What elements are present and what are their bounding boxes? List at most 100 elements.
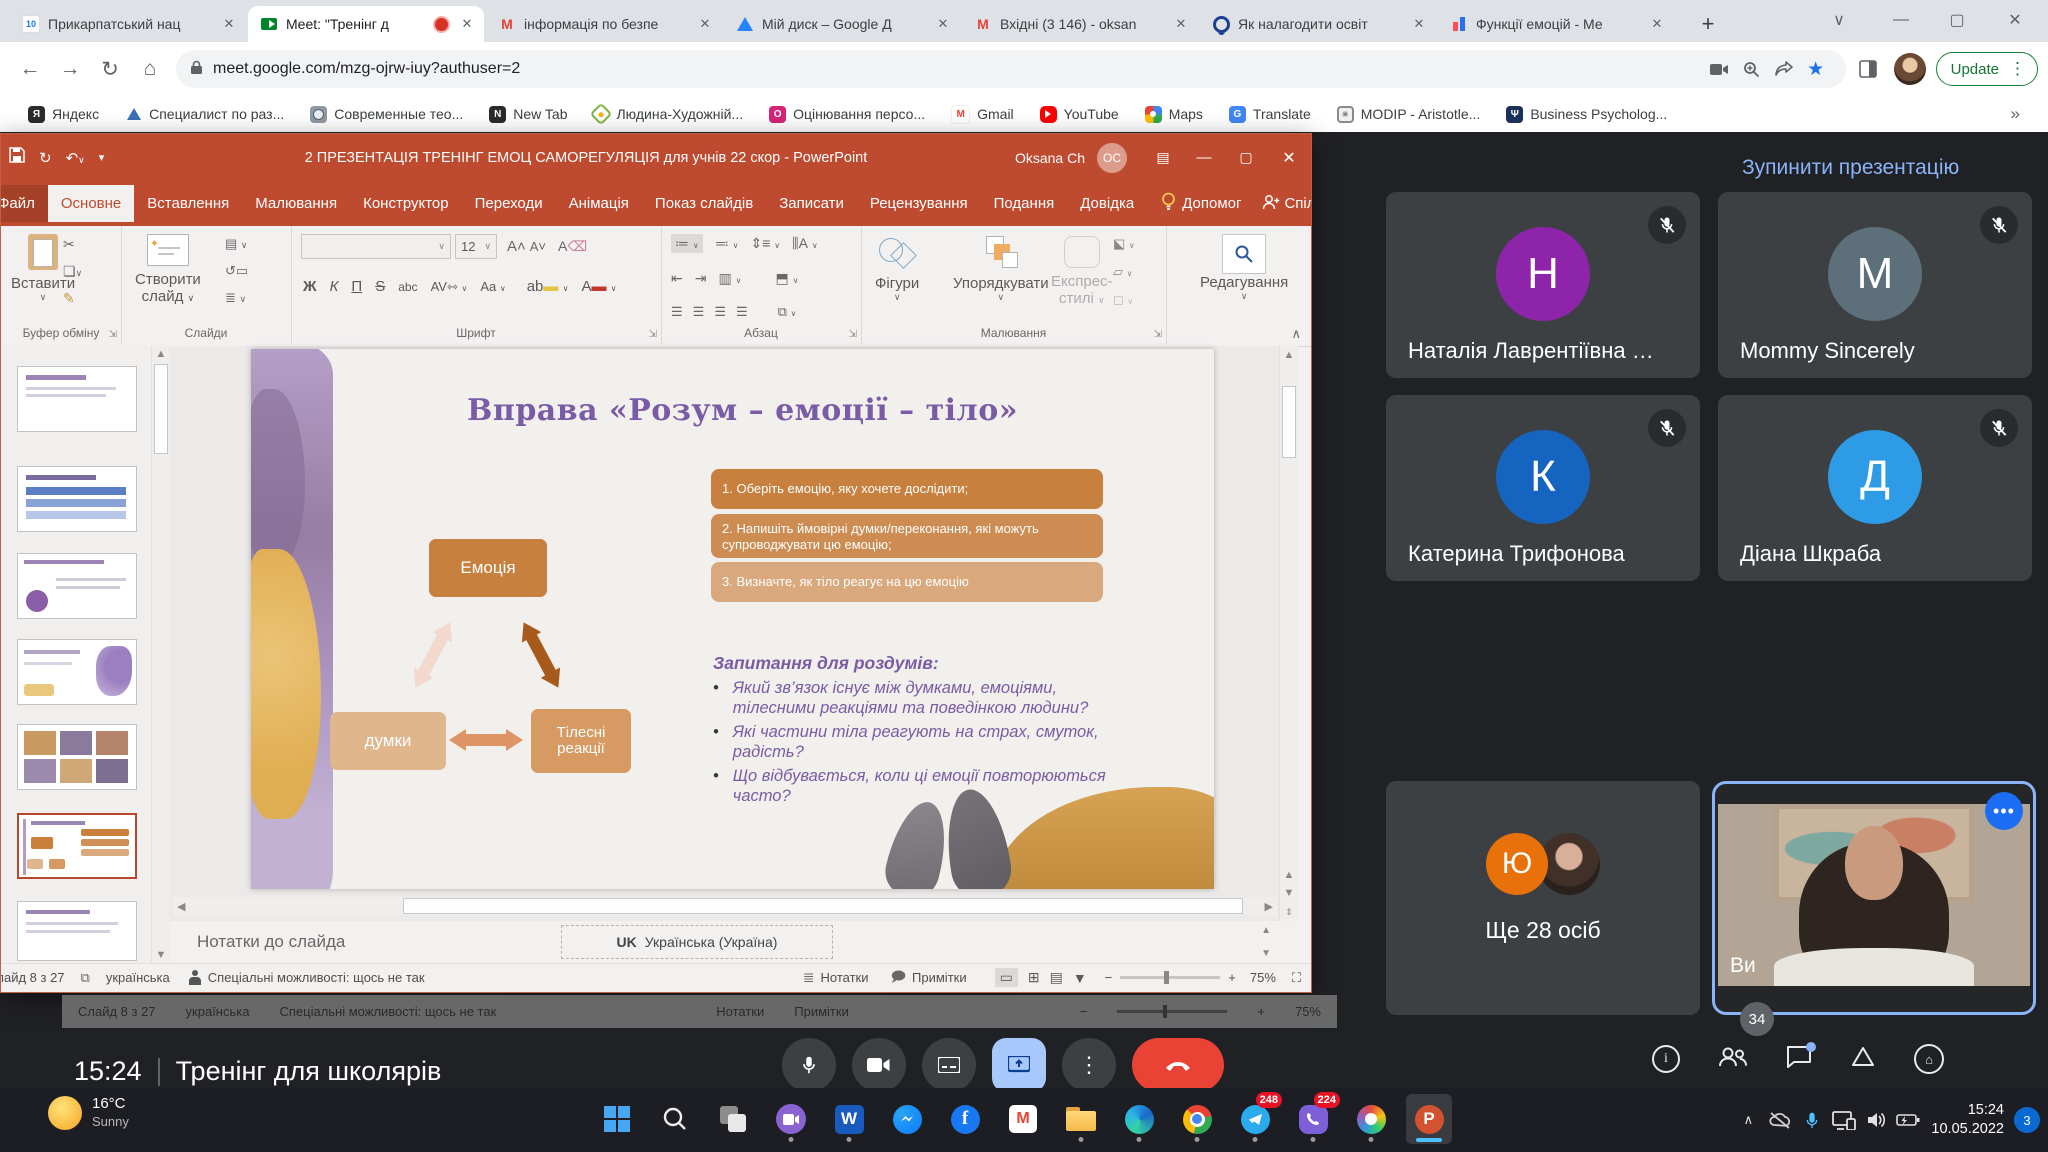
diagram-node-thoughts[interactable]: думки bbox=[330, 712, 446, 770]
comments-toggle[interactable]: 🗩Примітки bbox=[890, 966, 966, 990]
indent-button[interactable]: ⇥ bbox=[695, 270, 707, 287]
qat-customize-icon[interactable]: ▾ bbox=[99, 151, 105, 164]
tab-draw[interactable]: Малювання bbox=[242, 185, 350, 222]
align-center-icon[interactable]: ☰ bbox=[693, 304, 705, 320]
edge-icon[interactable] bbox=[1116, 1094, 1162, 1144]
bookmark-youtube[interactable]: YouTube bbox=[1040, 106, 1119, 123]
cast-display-icon[interactable] bbox=[1829, 1097, 1859, 1143]
shape-effects-icon[interactable]: ◻ ∨ bbox=[1113, 292, 1135, 308]
bookmark-star-icon[interactable]: ★ bbox=[1800, 53, 1832, 85]
notes-scroll-up-icon[interactable]: ▲ bbox=[1261, 925, 1271, 936]
step-box-1[interactable]: 1. Оберіть емоцію, яку хочете дослідити; bbox=[711, 469, 1103, 509]
tab-search-icon[interactable]: ∨ bbox=[1816, 0, 1862, 40]
shrink-font-icon[interactable]: А˅ bbox=[530, 239, 546, 254]
paint-icon[interactable] bbox=[1348, 1094, 1394, 1144]
close-icon[interactable]: ✕ bbox=[696, 15, 714, 33]
layout-icon[interactable]: ▤ ∨ bbox=[225, 236, 248, 252]
restore-button[interactable]: ▢ bbox=[1934, 0, 1980, 40]
zoom-out-icon[interactable]: − bbox=[1105, 970, 1113, 985]
help-search[interactable]: Допомог bbox=[1176, 185, 1254, 222]
save-icon[interactable] bbox=[9, 147, 25, 168]
present-button[interactable] bbox=[992, 1038, 1046, 1092]
notification-badge[interactable]: 3 bbox=[2014, 1107, 2040, 1133]
justify-icon[interactable]: ☰ bbox=[736, 304, 748, 320]
battery-icon[interactable] bbox=[1893, 1097, 1923, 1143]
participant-tile[interactable]: Д Діана Шкраба bbox=[1718, 395, 2032, 581]
camera-pip-icon[interactable] bbox=[1704, 53, 1736, 85]
account-avatar[interactable]: OC bbox=[1097, 143, 1127, 173]
participant-tile[interactable]: M Mommy Sincerely bbox=[1718, 192, 2032, 378]
tab-insert[interactable]: Вставлення bbox=[134, 185, 242, 222]
participant-tile[interactable]: К Катерина Трифонова bbox=[1386, 395, 1700, 581]
slide-thumbnail[interactable] bbox=[17, 466, 137, 532]
shape-fill-icon[interactable]: ⬕ ∨ bbox=[1113, 236, 1135, 252]
close-icon[interactable]: ✕ bbox=[934, 15, 952, 33]
home-icon[interactable]: ⌂ bbox=[130, 49, 170, 89]
language-selector[interactable]: UKУкраїнська (Україна) bbox=[561, 925, 833, 959]
shadow-button[interactable]: abc bbox=[398, 280, 417, 294]
task-view-icon[interactable] bbox=[710, 1094, 756, 1144]
tab-animations[interactable]: Анімація bbox=[556, 185, 642, 222]
bookmarks-overflow-icon[interactable]: » bbox=[2011, 104, 2020, 124]
bookmark-specialist[interactable]: Специалист по раз... bbox=[125, 106, 284, 123]
change-case-button[interactable]: Aa ∨ bbox=[480, 279, 505, 294]
kebab-menu-icon[interactable]: ⋮ bbox=[2009, 59, 2027, 79]
shape-outline-icon[interactable]: ▱ ∨ bbox=[1113, 264, 1135, 280]
address-bar[interactable]: meet.google.com/mzg-ojrw-iuy?authuser=2 … bbox=[176, 50, 1846, 88]
font-color-button[interactable]: A▬ ∨ bbox=[581, 278, 616, 295]
captions-button[interactable] bbox=[922, 1038, 976, 1092]
diagram-node-body[interactable]: Тілесніреакції bbox=[531, 709, 631, 773]
leave-call-button[interactable] bbox=[1132, 1038, 1224, 1092]
weather-widget[interactable]: 16°C Sunny bbox=[48, 1095, 129, 1130]
close-window-button[interactable]: ✕ bbox=[1992, 0, 2038, 40]
bookmark-newtab[interactable]: NNew Tab bbox=[489, 106, 567, 123]
section-icon[interactable]: ≣ ∨ bbox=[225, 290, 248, 306]
next-slide-icon[interactable]: ▼ bbox=[1280, 887, 1298, 899]
more-options-button[interactable]: ⋮ bbox=[1062, 1038, 1116, 1092]
editing-button[interactable]: Редагування∨ bbox=[1200, 234, 1288, 302]
powerpoint-icon[interactable]: P bbox=[1406, 1094, 1452, 1144]
dialog-launcher-icon[interactable]: ⇲ bbox=[849, 329, 857, 340]
profile-avatar[interactable] bbox=[1894, 53, 1926, 85]
step-box-3[interactable]: 3. Визначте, як тіло реагує на цю емоцію bbox=[711, 562, 1103, 602]
slideshow-icon[interactable]: ▼ bbox=[1073, 970, 1087, 986]
bookmark-theories[interactable]: Современные тео... bbox=[310, 106, 463, 123]
questions-block[interactable]: Запитання для роздумів: •Який зв’язок іс… bbox=[713, 653, 1121, 807]
self-view-tile[interactable]: Ви ••• bbox=[1712, 781, 2036, 1015]
notes-scroll-down-icon[interactable]: ▼ bbox=[1261, 948, 1271, 959]
tab-home[interactable]: Основне bbox=[48, 185, 134, 222]
dialog-launcher-icon[interactable]: ⇲ bbox=[649, 329, 657, 340]
file-explorer-icon[interactable] bbox=[1058, 1094, 1104, 1144]
account-name[interactable]: Oksana Ch bbox=[1015, 150, 1085, 166]
format-painter-icon[interactable]: ✎ bbox=[63, 290, 82, 307]
bookmark-lyudyna[interactable]: Людина-Художній... bbox=[593, 106, 743, 122]
tab-review[interactable]: Рецензування bbox=[857, 185, 981, 222]
ppt-maximize-button[interactable]: ▢ bbox=[1225, 134, 1267, 181]
canvas-vertical-scrollbar[interactable]: ▲ ▲ ▼ ⇕ bbox=[1279, 346, 1298, 921]
previous-slide-icon[interactable]: ▲ bbox=[1280, 869, 1298, 881]
zoom-in-icon[interactable]: + bbox=[1228, 970, 1236, 985]
clock[interactable]: 15:24 10.05.2022 bbox=[1931, 1101, 2004, 1139]
share-button[interactable]: Спільний доступ bbox=[1280, 185, 1312, 222]
underline-button[interactable]: П bbox=[351, 278, 362, 295]
new-slide-button[interactable]: ✦ Створитислайд ∨ bbox=[135, 234, 201, 305]
slide-thumbnail[interactable] bbox=[17, 724, 137, 790]
reload-icon[interactable]: ↻ bbox=[90, 49, 130, 89]
slide-thumbnail[interactable] bbox=[17, 901, 137, 961]
telegram-icon[interactable]: 248 bbox=[1232, 1094, 1278, 1144]
mic-tray-icon[interactable] bbox=[1797, 1097, 1827, 1143]
scroll-left-icon[interactable]: ◀ bbox=[177, 900, 185, 913]
bold-button[interactable]: Ж bbox=[303, 278, 317, 295]
slide[interactable]: Вправа «Розум – емоції – тіло» 1. Оберіт… bbox=[251, 349, 1214, 889]
font-size-combobox[interactable]: 12∨ bbox=[455, 234, 497, 259]
zoom-slider[interactable] bbox=[1120, 976, 1220, 979]
canvas-horizontal-scrollbar[interactable]: ◀ ▶ bbox=[173, 897, 1277, 915]
forward-icon[interactable]: → bbox=[50, 49, 90, 89]
volume-icon[interactable] bbox=[1861, 1097, 1891, 1143]
scroll-up-icon[interactable]: ▲ bbox=[152, 348, 170, 360]
close-icon[interactable]: ✕ bbox=[1648, 15, 1666, 33]
slide-sorter-icon[interactable]: ⊞ bbox=[1028, 969, 1040, 986]
more-people-tile[interactable]: Ю Ще 28 осіб bbox=[1386, 781, 1700, 1015]
tab-mentimeter[interactable]: Функції емоцій - Ме ✕ bbox=[1438, 6, 1674, 42]
smartart-convert-button[interactable]: ⧉ ∨ bbox=[778, 304, 797, 320]
